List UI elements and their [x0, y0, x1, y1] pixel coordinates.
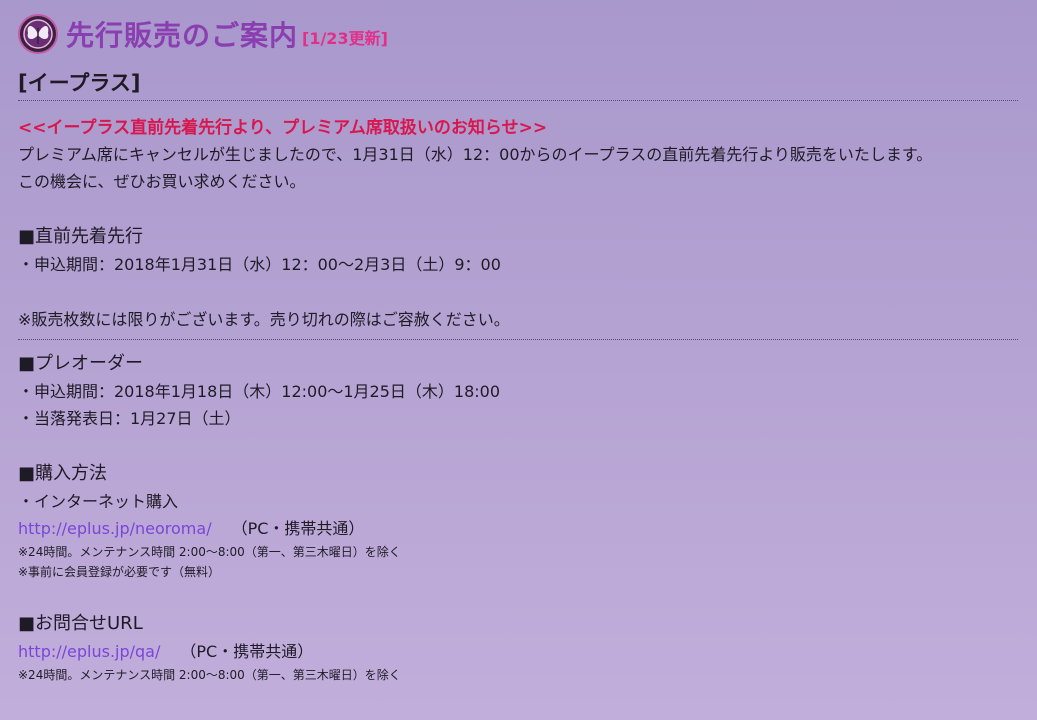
divider [18, 339, 1018, 340]
preorder-heading: ■プレオーダー [18, 353, 144, 374]
direct-presale-heading: ■直前先着先行 [18, 226, 144, 247]
notice-line: この機会に、ぜひお買い求めください。 [18, 172, 306, 191]
preorder-period: ・申込期間：2018年1月18日（木）12:00〜1月25日（木）18:00 [18, 382, 501, 401]
announcement-page: 先行販売のご案内 [1/23更新] [イープラス] <<イープラス直前先着先行よ… [18, 12, 1018, 685]
contact-maintenance-note: ※24時間。メンテナンス時間 2:00〜8:00（第一、第三木曜日）を除く [18, 668, 401, 682]
notice-headline: <<イープラス直前先着先行より、プレミアム席取扱いのお知らせ>> [18, 118, 548, 138]
title-row: 先行販売のご案内 [1/23更新] [18, 12, 1018, 56]
preorder-announce-date: ・当落発表日：1月27日（土） [18, 409, 241, 428]
purchase-link[interactable]: http://eplus.jp/neoroma/ [18, 519, 212, 538]
divider [18, 100, 1018, 101]
purchase-url-note: （PC・携帯共通） [231, 519, 365, 538]
purchase-method: ・インターネット購入 [18, 492, 179, 511]
updated-badge: [1/23更新] [302, 29, 388, 48]
contact-url-note: （PC・携帯共通） [180, 642, 314, 661]
purchase-heading: ■購入方法 [18, 463, 108, 484]
contact-url-row: http://eplus.jp/qa/ （PC・携帯共通） [18, 638, 1018, 665]
contact-heading: ■お問合せURL [18, 613, 143, 634]
purchase-registration-note: ※事前に会員登録が必要です（無料） [18, 565, 221, 579]
purchase-maintenance-note: ※24時間。メンテナンス時間 2:00〜8:00（第一、第三木曜日）を除く [18, 545, 401, 559]
direct-presale-period: ・申込期間：2018年1月31日（水）12：00〜2月3日（土）9：00 [18, 255, 501, 274]
section-heading-eplus: [イープラス] [18, 71, 141, 95]
page-title: 先行販売のご案内 [66, 19, 299, 52]
butterfly-gear-emblem-icon [18, 14, 58, 54]
notice-line: プレミアム席にキャンセルが生じましたので、1月31日（水）12：00からのイープ… [18, 145, 933, 164]
direct-presale-note: ※販売枚数には限りがございます。売り切れの際はご容赦ください。 [18, 310, 510, 329]
purchase-url-row: http://eplus.jp/neoroma/ （PC・携帯共通） [18, 515, 1018, 542]
contact-link[interactable]: http://eplus.jp/qa/ [18, 642, 160, 661]
